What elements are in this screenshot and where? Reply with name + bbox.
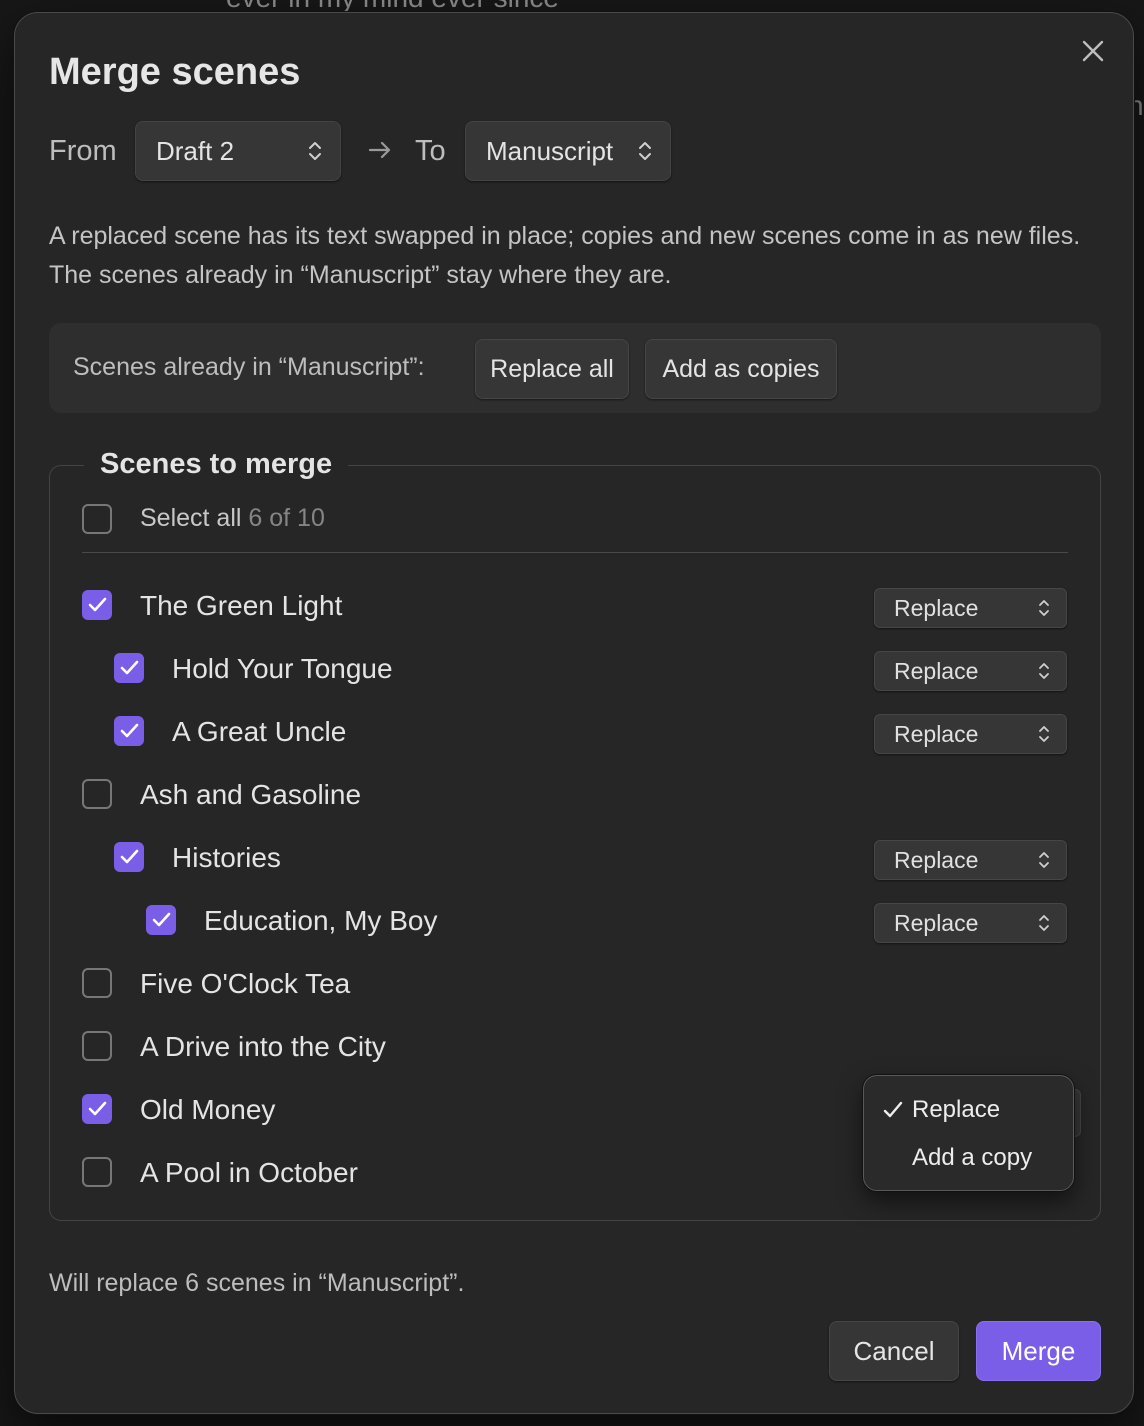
scene-action-select[interactable]: Replace <box>874 903 1067 943</box>
scene-row: The Green Light Replace <box>50 580 1102 630</box>
to-select[interactable]: Manuscript <box>465 121 671 181</box>
scene-checkbox[interactable] <box>82 1094 112 1124</box>
scene-title[interactable]: Hold Your Tongue <box>172 653 393 685</box>
merge-description: A replaced scene has its text swapped in… <box>49 222 1081 289</box>
replace-all-button[interactable]: Replace all <box>475 339 629 399</box>
scene-title[interactable]: Education, My Boy <box>204 905 437 937</box>
scene-checkbox[interactable] <box>82 1031 112 1061</box>
scene-action-value: Replace <box>894 721 979 747</box>
action-dropdown-menu: Replace Add a copy <box>863 1075 1074 1191</box>
from-label: From <box>49 135 117 167</box>
from-select[interactable]: Draft 2 <box>135 121 341 181</box>
from-select-value: Draft 2 <box>156 136 235 166</box>
scene-row: Ash and Gasoline <box>50 769 1102 819</box>
scene-checkbox[interactable] <box>114 653 144 683</box>
to-select-value: Manuscript <box>486 136 614 166</box>
scene-title[interactable]: A Pool in October <box>140 1157 358 1189</box>
scene-row: Education, My Boy Replace <box>50 895 1102 945</box>
select-all-count: 6 of 10 <box>248 504 325 532</box>
checkmark-icon <box>883 1101 903 1118</box>
merge-button[interactable]: Merge <box>976 1321 1101 1381</box>
select-all-row: Select all 6 of 10 <box>82 502 782 538</box>
scene-row: Histories Replace <box>50 832 1102 882</box>
chevron-updown-icon <box>309 142 321 160</box>
dropdown-option-replace[interactable]: Replace <box>912 1096 1000 1124</box>
to-label: To <box>415 135 446 167</box>
scene-action-value: Replace <box>894 595 979 621</box>
scene-action-select[interactable]: Replace <box>874 840 1067 880</box>
chevron-updown-icon <box>639 142 651 160</box>
select-all-text: Select all <box>140 504 242 532</box>
existing-scenes-label: Scenes already in “Manuscript”: <box>73 353 425 381</box>
scene-checkbox[interactable] <box>82 1157 112 1187</box>
scene-checkbox[interactable] <box>82 779 112 809</box>
dropdown-option-add-a-copy[interactable]: Add a copy <box>912 1144 1032 1172</box>
select-all-checkbox[interactable] <box>82 504 112 534</box>
scene-row: A Drive into the City <box>50 1021 1102 1071</box>
add-as-copies-button[interactable]: Add as copies <box>645 339 837 399</box>
scene-row: A Great Uncle Replace <box>50 706 1102 756</box>
chevron-updown-icon <box>1039 915 1049 931</box>
scene-checkbox[interactable] <box>146 905 176 935</box>
scene-title[interactable]: Five O'Clock Tea <box>140 968 350 1000</box>
select-all-label[interactable]: Select all 6 of 10 <box>140 504 325 533</box>
scene-action-value: Replace <box>894 910 979 936</box>
scene-action-select[interactable]: Replace <box>874 588 1067 628</box>
chevron-updown-icon <box>1039 726 1049 742</box>
divider <box>82 552 1068 553</box>
scene-title[interactable]: Ash and Gasoline <box>140 779 361 811</box>
scene-row: Hold Your Tongue Replace <box>50 643 1102 693</box>
source-target-row: From Draft 2 To Manuscript <box>49 121 749 181</box>
chevron-updown-icon <box>1039 663 1049 679</box>
scene-title[interactable]: The Green Light <box>140 590 342 622</box>
scene-checkbox[interactable] <box>82 968 112 998</box>
scene-title[interactable]: Old Money <box>140 1094 275 1126</box>
scene-row: Five O'Clock Tea <box>50 958 1102 1008</box>
close-icon[interactable] <box>1081 39 1105 63</box>
scene-title[interactable]: A Drive into the City <box>140 1031 386 1063</box>
dialog-title: Merge scenes <box>49 51 301 93</box>
scene-action-value: Replace <box>894 658 979 684</box>
cancel-button[interactable]: Cancel <box>829 1321 959 1381</box>
scene-action-select[interactable]: Replace <box>874 651 1067 691</box>
merge-scenes-dialog: Merge scenes From Draft 2 To Manuscript … <box>14 12 1134 1414</box>
scene-title[interactable]: A Great Uncle <box>172 716 346 748</box>
chevron-updown-icon <box>1039 852 1049 868</box>
chevron-updown-icon <box>1039 600 1049 616</box>
scene-action-select[interactable]: Replace <box>874 714 1067 754</box>
scene-checkbox[interactable] <box>114 842 144 872</box>
scene-title[interactable]: Histories <box>172 842 281 874</box>
arrow-right-icon <box>368 141 391 159</box>
scene-checkbox[interactable] <box>114 716 144 746</box>
existing-scenes-policy: Scenes already in “Manuscript”: Replace … <box>49 323 1101 413</box>
merge-summary: Will replace 6 scenes in “Manuscript”. <box>49 1269 465 1297</box>
scene-action-value: Replace <box>894 847 979 873</box>
scenes-to-merge-legend: Scenes to merge <box>84 448 349 481</box>
scene-checkbox[interactable] <box>82 590 112 620</box>
